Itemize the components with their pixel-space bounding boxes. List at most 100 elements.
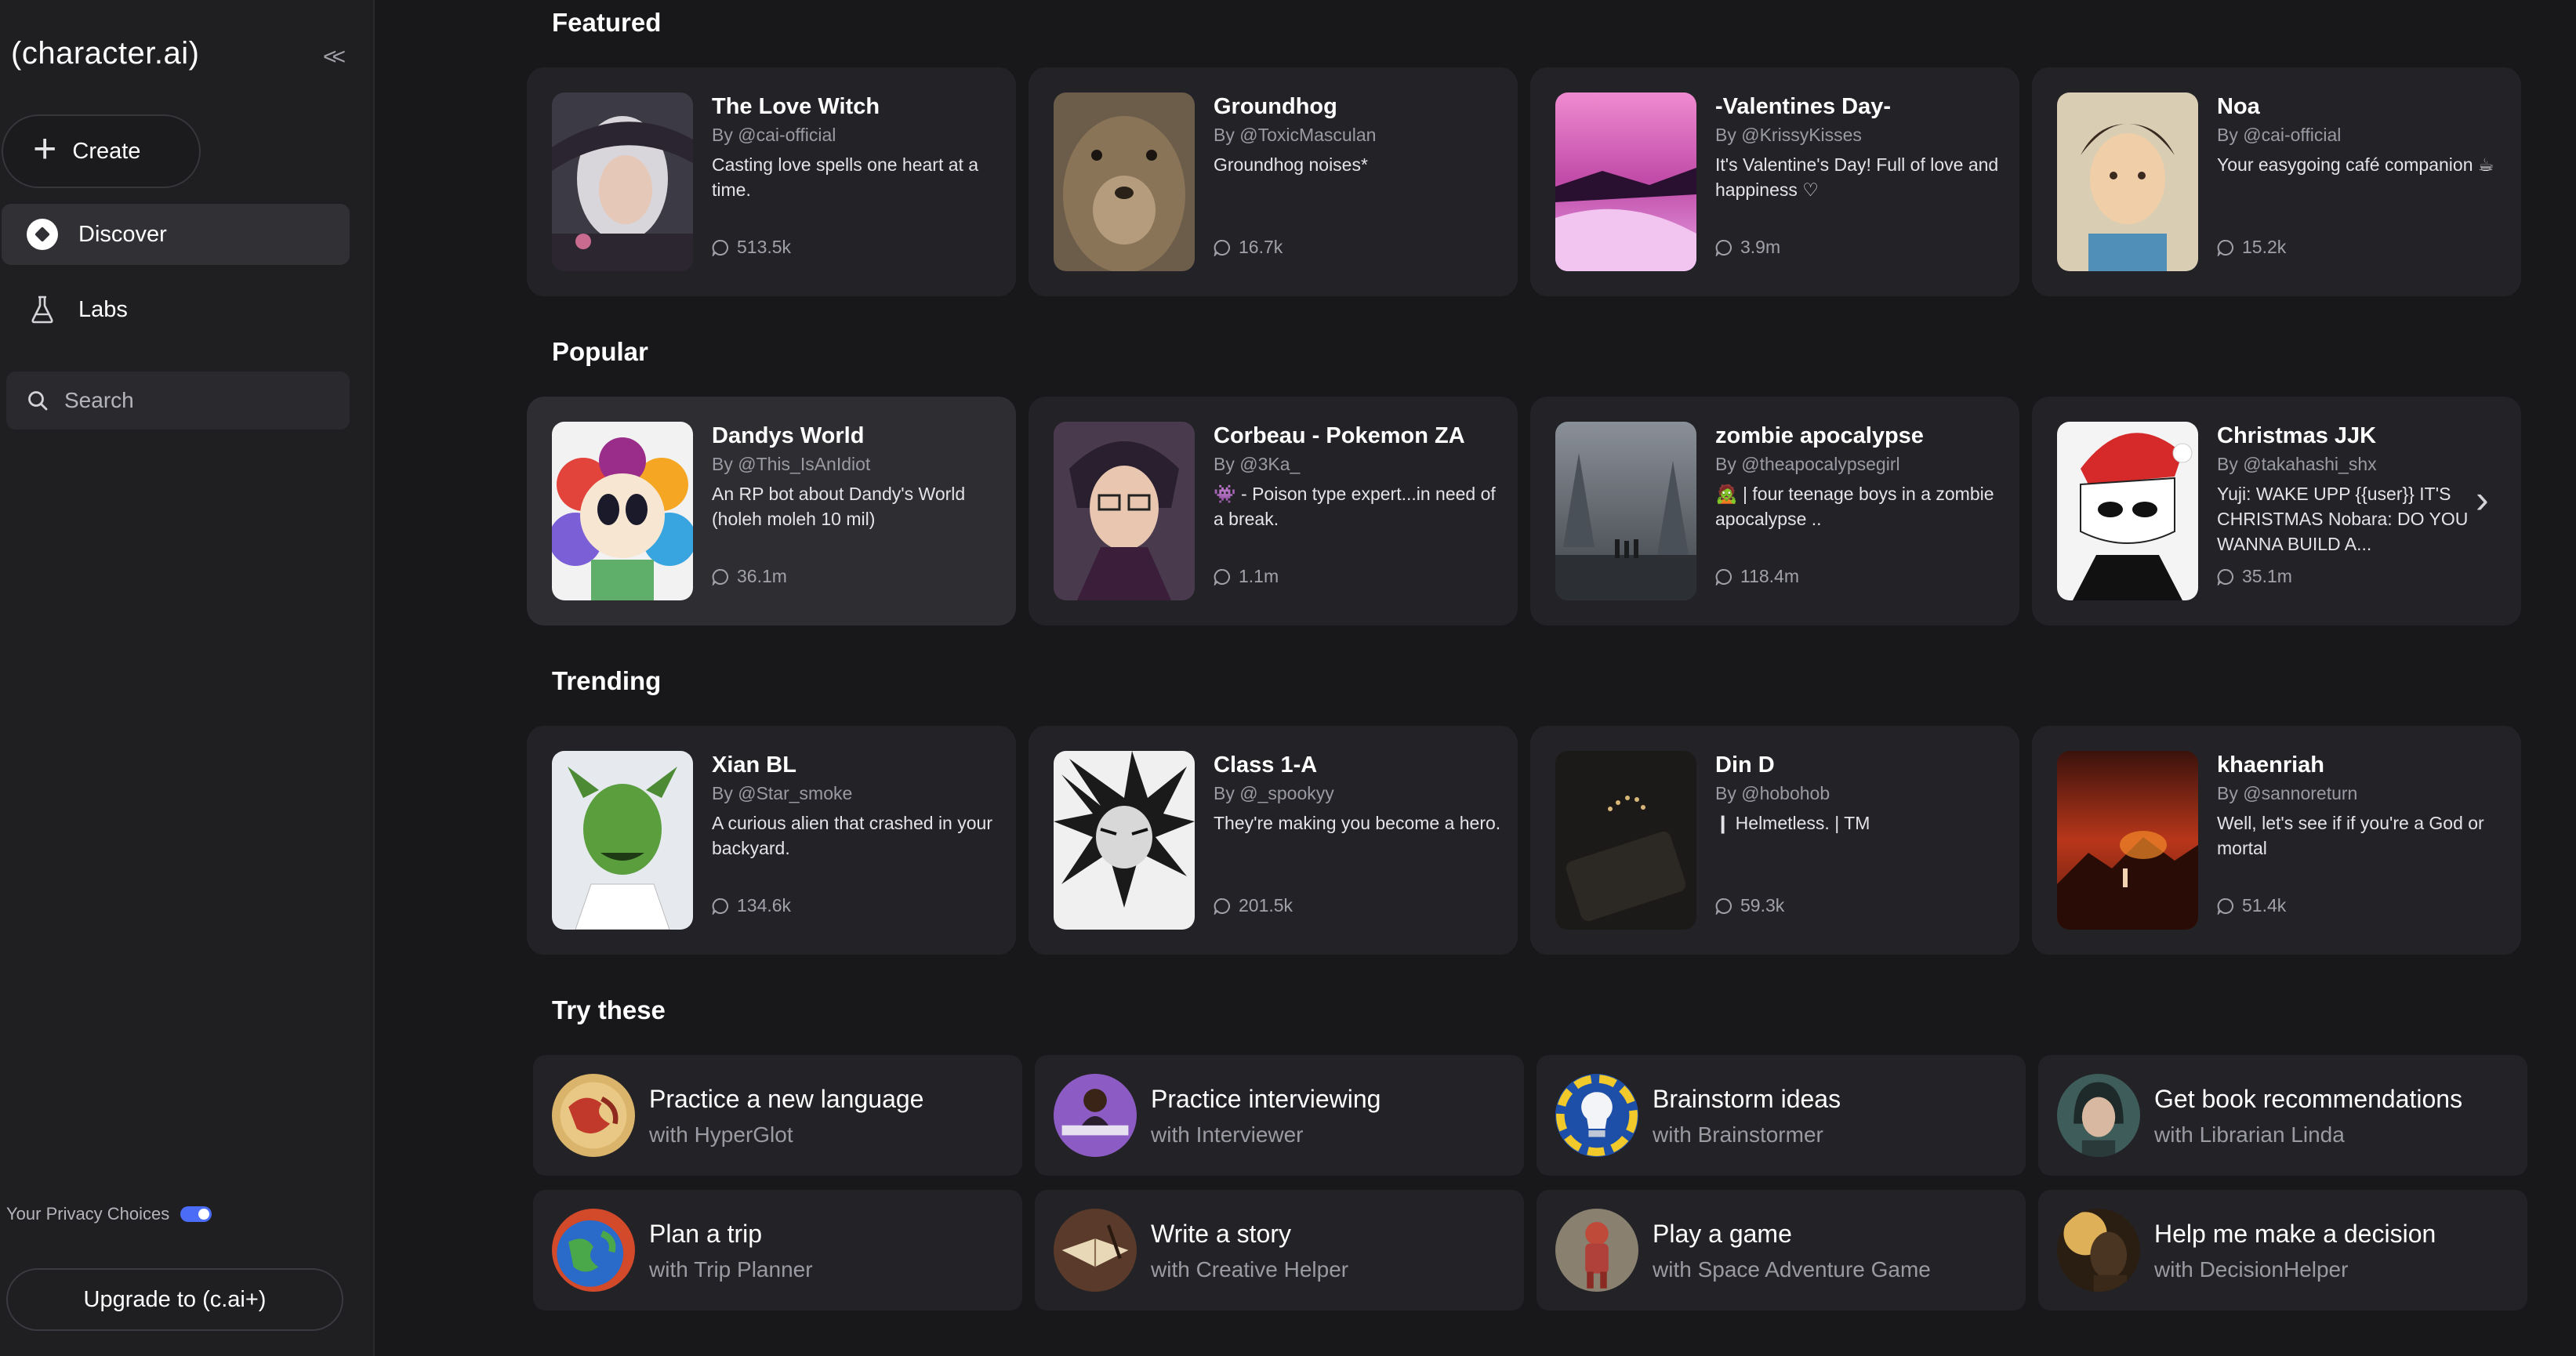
section-title-trending: Trending	[552, 666, 662, 695]
app-logo[interactable]: (character.ai)	[11, 36, 199, 71]
card-author: By @cai-official	[712, 125, 836, 145]
card-description: It's Valentine's Day! Full of love and h…	[1715, 154, 1999, 200]
upgrade-button[interactable]: Upgrade to (c.ai+)	[6, 1268, 343, 1331]
card-author: By @ToxicMasculan	[1214, 125, 1377, 145]
character-card[interactable]: Dandys World By @This_IsAnIdiot An RP bo…	[527, 397, 1016, 625]
suggestion-card[interactable]: Plan a trip with Trip Planner	[533, 1190, 1022, 1311]
plus-icon: +	[33, 126, 57, 172]
popular-row: Dandys World By @This_IsAnIdiot An RP bo…	[527, 397, 2534, 625]
compass-icon	[27, 219, 58, 250]
character-card[interactable]: Noa By @cai-official Your easygoing café…	[2032, 67, 2521, 296]
card-title: Class 1-A	[1214, 752, 1318, 778]
chat-bubble-icon	[2217, 568, 2234, 586]
carousel-next-icon[interactable]: ›	[2476, 477, 2489, 522]
main-content: Featured The Love Witch By @cai-official…	[375, 0, 2576, 1356]
chat-count-value: 118.4m	[1740, 566, 1800, 586]
character-card[interactable]: zombie apocalypse By @theapocalypsegirl …	[1530, 397, 2019, 625]
character-avatar	[1054, 422, 1195, 600]
character-card[interactable]: The Love Witch By @cai-official Casting …	[527, 67, 1016, 296]
nav-item-label: Discover	[78, 221, 167, 247]
character-avatar	[1054, 92, 1195, 271]
chat-bubble-icon	[712, 897, 729, 915]
chat-bubble-icon	[712, 568, 729, 586]
privacy-label: Your Privacy Choices	[6, 1204, 170, 1224]
collapse-sidebar-icon[interactable]: <<	[323, 44, 346, 71]
card-description: Your easygoing café companion ☕	[2217, 154, 2494, 175]
suggestion-title: Write a story	[1151, 1220, 1291, 1248]
suggestion-card[interactable]: Play a game with Space Adventure Game	[1537, 1190, 2026, 1311]
chat-count: 513.5k	[712, 237, 791, 258]
suggestion-subtitle: with Space Adventure Game	[1653, 1257, 1931, 1282]
suggestion-card[interactable]: Help me make a decision with DecisionHel…	[2038, 1190, 2527, 1311]
chat-count-value: 15.2k	[2242, 237, 2287, 257]
chat-count-value: 35.1m	[2242, 566, 2292, 586]
chat-bubble-icon	[1214, 239, 1231, 256]
chat-bubble-icon	[1214, 568, 1231, 586]
section-title-try-these: Try these	[552, 995, 666, 1024]
card-author: By @_spookyy	[1214, 783, 1334, 803]
nav-item-discover[interactable]: Discover	[2, 204, 350, 265]
chat-bubble-icon	[712, 239, 729, 256]
card-description: Well, let's see if if you're a God or mo…	[2217, 813, 2484, 858]
chat-bubble-icon	[2217, 239, 2234, 256]
character-card[interactable]: -Valentines Day- By @KrissyKisses It's V…	[1530, 67, 2019, 296]
flask-icon	[27, 294, 58, 325]
card-description: Casting love spells one heart at a time.	[712, 154, 979, 200]
character-avatar	[1555, 422, 1696, 600]
librarian-icon	[2057, 1074, 2140, 1157]
card-author: By @hobohob	[1715, 783, 1830, 803]
character-card[interactable]: Christmas JJK By @takahashi_shx Yuji: WA…	[2032, 397, 2521, 625]
card-title: Christmas JJK	[2217, 423, 2377, 448]
character-card[interactable]: Class 1-A By @_spookyy They're making yo…	[1029, 726, 1518, 955]
character-avatar	[552, 751, 693, 930]
chat-bubble-icon	[1715, 239, 1732, 256]
card-description: An RP bot about Dandy's World (holeh mol…	[712, 484, 966, 529]
suggestion-card[interactable]: Brainstorm ideas with Brainstormer	[1537, 1055, 2026, 1176]
card-description: A curious alien that crashed in your bac…	[712, 813, 992, 858]
character-card[interactable]: Xian BL By @Star_smoke A curious alien t…	[527, 726, 1016, 955]
book-icon	[1054, 1209, 1137, 1292]
suggestion-subtitle: with HyperGlot	[649, 1122, 793, 1147]
card-author: By @theapocalypsegirl	[1715, 454, 1900, 474]
astronaut-icon	[1555, 1209, 1638, 1292]
chat-count-value: 513.5k	[737, 237, 792, 257]
suggestion-subtitle: with Librarian Linda	[2154, 1122, 2345, 1147]
nav-item-labs[interactable]: Labs	[2, 279, 350, 340]
character-card[interactable]: Din D By @hobohob ❙ Helmetless. | TM 59.…	[1530, 726, 2019, 955]
card-title: The Love Witch	[712, 94, 880, 119]
character-avatar	[2057, 92, 2198, 271]
chat-count: 1.1m	[1214, 566, 1279, 587]
nav-item-label: Labs	[78, 296, 128, 322]
search-input[interactable]: Search	[6, 372, 350, 430]
suggestion-card[interactable]: Practice interviewing with Interviewer	[1035, 1055, 1524, 1176]
suggestion-card[interactable]: Write a story with Creative Helper	[1035, 1190, 1524, 1311]
character-card[interactable]: Corbeau - Pokemon ZA By @3Ka_ 👾 - Poison…	[1029, 397, 1518, 625]
suggestion-card[interactable]: Practice a new language with HyperGlot	[533, 1055, 1022, 1176]
create-button[interactable]: + Create	[2, 114, 201, 188]
globe-icon	[552, 1074, 635, 1157]
character-avatar	[552, 422, 693, 600]
card-description: They're making you become a hero.	[1214, 813, 1501, 833]
chat-count-value: 134.6k	[737, 895, 792, 915]
suggestion-card[interactable]: Get book recommendations with Librarian …	[2038, 1055, 2527, 1176]
card-author: By @3Ka_	[1214, 454, 1301, 474]
chat-count: 16.7k	[1214, 237, 1283, 258]
trending-row: Xian BL By @Star_smoke A curious alien t…	[527, 726, 2534, 955]
card-description: Yuji: WAKE UPP {{user}} IT'S CHRISTMAS N…	[2217, 484, 2469, 554]
suggestion-subtitle: with Brainstormer	[1653, 1122, 1823, 1147]
character-avatar	[1054, 751, 1195, 930]
chat-count-value: 201.5k	[1239, 895, 1293, 915]
chat-count-value: 3.9m	[1740, 237, 1781, 257]
chat-count: 15.2k	[2217, 237, 2286, 258]
chat-count-value: 1.1m	[1239, 566, 1279, 586]
character-card[interactable]: Groundhog By @ToxicMasculan Groundhog no…	[1029, 67, 1518, 296]
card-description: Groundhog noises*	[1214, 154, 1368, 175]
chat-count: 36.1m	[712, 566, 787, 587]
chat-count-value: 59.3k	[1740, 895, 1785, 915]
character-card[interactable]: khaenriah By @sannoreturn Well, let's se…	[2032, 726, 2521, 955]
chat-count-value: 16.7k	[1239, 237, 1283, 257]
privacy-choices-link[interactable]: Your Privacy Choices	[6, 1204, 212, 1224]
suggestion-subtitle: with Interviewer	[1151, 1122, 1304, 1147]
suggestion-title: Help me make a decision	[2154, 1220, 2436, 1248]
section-title-featured: Featured	[552, 8, 662, 37]
